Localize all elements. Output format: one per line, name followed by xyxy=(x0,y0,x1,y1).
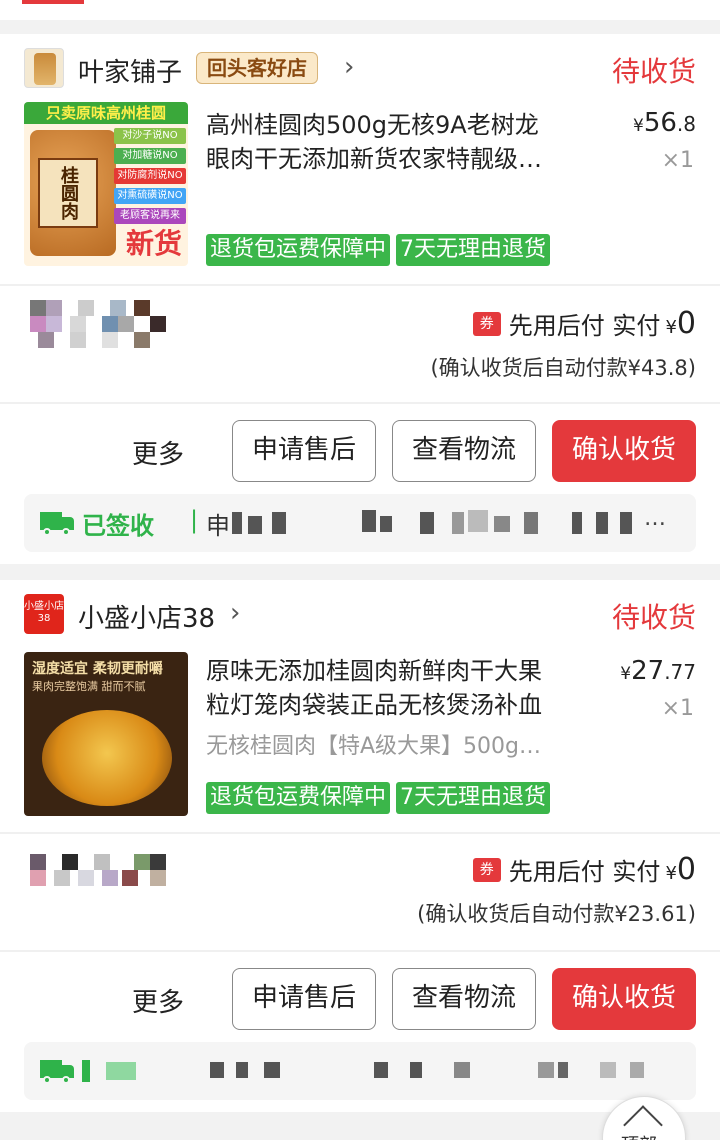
pay-label: 先用后付 实付 xyxy=(508,312,661,340)
order-card: 叶家铺子 回头客好店 › 待收货 只卖原味高州桂圆 桂圆肉 对沙子说NO 对加糖… xyxy=(0,34,720,564)
shop-logo[interactable] xyxy=(24,48,64,88)
logistics-separator: | xyxy=(190,506,199,534)
divider xyxy=(0,832,720,834)
service-tags: 退货包运费保障中 7天无理由退货 xyxy=(206,234,556,266)
more-button[interactable]: 更多 xyxy=(132,434,184,471)
action-bar: 更多 申请售后 查看物流 确认收货 xyxy=(0,420,720,484)
view-logistics-button[interactable]: 查看物流 xyxy=(392,420,536,482)
pay-currency: ¥ xyxy=(665,317,677,338)
payment-row: 券先用后付 实付 ¥0 xyxy=(472,852,696,892)
product-price: ¥27.77 xyxy=(620,656,696,686)
more-button[interactable]: 更多 xyxy=(132,982,184,1019)
chevron-right-icon[interactable]: › xyxy=(230,598,240,628)
order-status: 待收货 xyxy=(611,601,696,634)
title-line: 原味无添加桂圆肉新鲜肉干大果 xyxy=(206,657,542,685)
thumb-caption: 果肉完整饱满 甜而不腻 xyxy=(32,680,146,693)
logistics-text: 申 xyxy=(206,512,230,540)
jar-label: 桂圆肉 xyxy=(38,158,98,228)
service-tags: 退货包运费保障中 7天无理由退货 xyxy=(206,782,556,814)
shop-header[interactable]: 小盛小店 38 小盛小店38 › 待收货 xyxy=(24,594,696,638)
auto-pay-note: (确认收货后自动付款¥23.61) xyxy=(417,902,696,926)
price-decimal: .8 xyxy=(676,112,696,136)
active-tab-indicator xyxy=(22,0,84,4)
confirm-receipt-button[interactable]: 确认收货 xyxy=(552,420,696,482)
pay-amount: ¥0 xyxy=(665,306,696,341)
divider xyxy=(0,402,720,404)
coupon-icon: 券 xyxy=(472,311,501,336)
after-sale-button[interactable]: 申请售后 xyxy=(232,968,376,1030)
title-line: 高州桂圆肉500g无核9A老树龙 xyxy=(206,111,539,139)
pay-value: 0 xyxy=(676,852,696,887)
product-title[interactable]: 高州桂圆肉500g无核9A老树龙 眼肉干无添加新货农家特靓级… xyxy=(206,108,542,176)
thumb-pill: 对熏硫磺说NO xyxy=(114,188,186,204)
thumb-pill: 对沙子说NO xyxy=(114,128,186,144)
auto-pay-note: (确认收货后自动付款¥43.8) xyxy=(430,356,696,380)
thumb-caption: 湿度适宜 柔韧更耐嚼 xyxy=(32,661,163,677)
order-card: 小盛小店 38 小盛小店38 › 待收货 湿度适宜 柔韧更耐嚼 果肉完整饱满 甜… xyxy=(0,580,720,1112)
pay-currency: ¥ xyxy=(665,863,677,884)
pay-label: 先用后付 实付 xyxy=(508,858,661,886)
divider xyxy=(0,284,720,286)
price-currency: ¥ xyxy=(620,664,632,684)
view-logistics-button[interactable]: 查看物流 xyxy=(392,968,536,1030)
thumb-pill: 对防腐剂说NO xyxy=(114,168,186,184)
product-thumbnail[interactable]: 只卖原味高州桂圆 桂圆肉 对沙子说NO 对加糖说NO 对防腐剂说NO 对熏硫磺说… xyxy=(24,102,188,266)
product-price: ¥56.8 xyxy=(633,108,696,138)
product-spec: 无核桂圆肉【特A级大果】500g… xyxy=(206,734,542,759)
product-quantity: ×1 xyxy=(661,696,694,721)
confirm-receipt-button[interactable]: 确认收货 xyxy=(552,968,696,1030)
shop-name[interactable]: 小盛小店38 xyxy=(78,598,215,635)
service-tag: 7天无理由退货 xyxy=(396,782,551,814)
divider xyxy=(0,950,720,952)
payment-row: 券先用后付 实付 ¥0 xyxy=(472,306,696,346)
after-sale-button[interactable]: 申请售后 xyxy=(232,420,376,482)
truck-icon xyxy=(40,1058,74,1084)
thumb-banner: 只卖原味高州桂圆 xyxy=(24,102,188,124)
shop-logo[interactable]: 小盛小店 38 xyxy=(24,594,64,634)
back-to-top-label: 顶部 xyxy=(621,1131,657,1140)
product-quantity: ×1 xyxy=(661,148,694,173)
title-line: 粒灯笼肉袋装正品无核煲汤补血 xyxy=(206,691,542,719)
shop-name[interactable]: 叶家铺子 xyxy=(78,52,182,89)
title-line: 眼肉干无添加新货农家特靓级… xyxy=(206,145,542,173)
new-tag: 新货 xyxy=(125,227,182,260)
service-tag: 7天无理由退货 xyxy=(396,234,551,266)
pay-value: 0 xyxy=(676,306,696,341)
truck-icon xyxy=(40,510,74,536)
product-title[interactable]: 原味无添加桂圆肉新鲜肉干大果 粒灯笼肉袋装正品无核煲汤补血 xyxy=(206,654,542,722)
price-int: 27 xyxy=(631,656,665,686)
redacted-info xyxy=(30,300,166,348)
longan-image xyxy=(42,710,172,806)
product-thumbnail[interactable]: 湿度适宜 柔韧更耐嚼 果肉完整饱满 甜而不腻 xyxy=(24,652,188,816)
price-currency: ¥ xyxy=(632,116,644,136)
shop-header[interactable]: 叶家铺子 回头客好店 › 待收货 xyxy=(24,48,696,92)
price-decimal: .77 xyxy=(664,660,696,684)
service-tag: 退货包运费保障中 xyxy=(206,782,391,814)
action-bar: 更多 申请售后 查看物流 确认收货 xyxy=(0,968,720,1032)
redacted-info xyxy=(30,854,166,902)
pay-amount: ¥0 xyxy=(665,852,696,887)
logistics-status: 已签收 xyxy=(82,512,154,540)
top-strip xyxy=(0,0,720,20)
service-tag: 退货包运费保障中 xyxy=(206,234,391,266)
shop-badge: 回头客好店 xyxy=(196,52,318,84)
logistics-bar[interactable] xyxy=(24,1042,696,1100)
logistics-ellipsis: … xyxy=(644,506,666,531)
logistics-bar[interactable]: 已签收 | 申 … xyxy=(24,494,696,552)
coupon-icon: 券 xyxy=(472,857,501,882)
chevron-right-icon[interactable]: › xyxy=(344,52,354,82)
price-int: 56 xyxy=(643,108,677,138)
thumb-pill: 对加糖说NO xyxy=(114,148,186,164)
order-status: 待收货 xyxy=(611,55,696,88)
